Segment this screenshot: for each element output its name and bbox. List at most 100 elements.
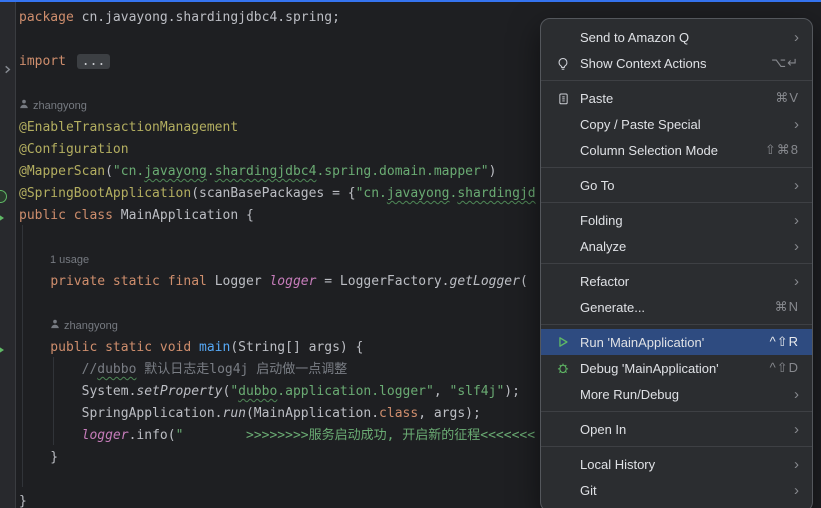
menu-item-more-run-debug[interactable]: More Run/Debug › bbox=[541, 381, 812, 407]
menu-item-label: Run 'MainApplication' bbox=[580, 335, 762, 350]
folded-imports-badge[interactable]: ... bbox=[77, 54, 110, 69]
menu-item-label: Paste bbox=[580, 91, 767, 106]
code-token: public static void bbox=[19, 340, 199, 355]
code-token: logger bbox=[82, 428, 129, 443]
chevron-right-icon: › bbox=[794, 387, 799, 402]
menu-separator bbox=[541, 324, 812, 325]
code-token: (scanBasePackages = { bbox=[191, 186, 355, 201]
ide-window: package cn.javayong.shardingjdbc4.spring… bbox=[0, 0, 821, 508]
menu-shortcut: ⌘N bbox=[775, 299, 799, 315]
code-token: (String[] args) { bbox=[230, 340, 363, 355]
code-token: javayong bbox=[144, 164, 207, 179]
menu-item-label: Show Context Actions bbox=[580, 56, 763, 71]
fold-collapsed-icon[interactable] bbox=[3, 59, 12, 78]
code-token: dubbo bbox=[238, 384, 277, 399]
code-token: .spring.domain.mapper" bbox=[316, 164, 488, 179]
code-token: package bbox=[19, 10, 82, 25]
menu-item-folding[interactable]: Folding› bbox=[541, 207, 812, 233]
clipboard-icon bbox=[554, 91, 572, 106]
menu-item-column-selection-mode[interactable]: Column Selection Mode ⇧⌘8 bbox=[541, 137, 812, 163]
menu-item-label: Git bbox=[580, 483, 786, 498]
menu-item-label: Go To bbox=[580, 178, 786, 193]
menu-separator bbox=[541, 446, 812, 447]
code-token: logger bbox=[269, 274, 316, 289]
code-token: . bbox=[207, 164, 215, 179]
code-token bbox=[19, 274, 50, 289]
chevron-right-icon: › bbox=[794, 422, 799, 437]
menu-item-go-to[interactable]: Go To › bbox=[541, 172, 812, 198]
author-icon bbox=[50, 315, 60, 337]
menu-item-label: Column Selection Mode bbox=[580, 143, 757, 158]
menu-item-open-in[interactable]: Open In › bbox=[541, 416, 812, 442]
run-icon[interactable] bbox=[0, 214, 4, 222]
menu-item-show-context-actions[interactable]: Show Context Actions ⌥↵ bbox=[541, 50, 812, 76]
menu-shortcut: ⇧⌘8 bbox=[765, 142, 799, 158]
code-token: MainApplication { bbox=[121, 208, 254, 223]
code-token: main bbox=[199, 340, 230, 355]
menu-shortcut: ^⇧R bbox=[770, 334, 799, 350]
code-token: = LoggerFactory. bbox=[316, 274, 449, 289]
menu-shortcut: ^⇧D bbox=[770, 360, 799, 376]
code-token: shardingjdbc4 bbox=[215, 164, 317, 179]
menu-item-label: Folding bbox=[580, 213, 786, 228]
chevron-right-icon: › bbox=[794, 483, 799, 498]
menu-item-label: Send to Amazon Q bbox=[580, 30, 786, 45]
code-token: ); bbox=[504, 384, 520, 399]
code-token: , args); bbox=[418, 406, 481, 421]
menu-item-label: Local History bbox=[580, 457, 786, 472]
menu-shortcut: ⌘V bbox=[775, 90, 799, 106]
menu-item-git[interactable]: Git › bbox=[541, 477, 812, 503]
chevron-right-icon: › bbox=[794, 178, 799, 193]
editor-gutter bbox=[0, 2, 16, 508]
code-token: .info( bbox=[129, 428, 176, 443]
menu-separator bbox=[541, 263, 812, 264]
code-token: javayong bbox=[387, 186, 450, 201]
code-token: private static final bbox=[50, 274, 214, 289]
menu-separator bbox=[541, 80, 812, 81]
code-token: shardingjd bbox=[457, 186, 535, 201]
lightbulb-icon bbox=[554, 56, 572, 71]
menu-item-run-mainapplication[interactable]: Run 'MainApplication' ^⇧R bbox=[541, 329, 812, 355]
menu-item-debug-mainapplication[interactable]: Debug 'MainApplication'^⇧D bbox=[541, 355, 812, 381]
menu-item-generate[interactable]: Generate...⌘N bbox=[541, 294, 812, 320]
menu-shortcut: ⌥↵ bbox=[771, 55, 799, 71]
code-token: // bbox=[19, 362, 97, 377]
menu-item-analyze[interactable]: Analyze› bbox=[541, 233, 812, 259]
code-token: , bbox=[434, 384, 450, 399]
chevron-right-icon: › bbox=[794, 239, 799, 254]
code-token: ( bbox=[520, 274, 528, 289]
code-token: System. bbox=[19, 384, 136, 399]
code-token: 默认日志走log4j 启动做一点调整 bbox=[136, 362, 347, 377]
chevron-right-icon: › bbox=[794, 30, 799, 45]
menu-separator bbox=[541, 167, 812, 168]
code-token: ( bbox=[105, 164, 113, 179]
menu-item-local-history[interactable]: Local History › bbox=[541, 451, 812, 477]
code-token: Logger bbox=[215, 274, 270, 289]
code-token: } bbox=[19, 450, 58, 465]
code-token: import bbox=[19, 54, 74, 69]
run-icon[interactable] bbox=[0, 346, 4, 354]
code-token: @Configuration bbox=[19, 142, 129, 157]
menu-item-label: Copy / Paste Special bbox=[580, 117, 786, 132]
code-token: ) bbox=[489, 164, 497, 179]
menu-item-label: More Run/Debug bbox=[580, 387, 786, 402]
run-icon bbox=[554, 335, 572, 349]
code-token: " >>>>>>>>服务启动成功, 开启新的征程<<<<<<< bbox=[176, 428, 536, 443]
menu-item-send-to-amazon-q[interactable]: Send to Amazon Q › bbox=[541, 24, 812, 50]
author-icon bbox=[19, 95, 29, 117]
menu-separator bbox=[541, 202, 812, 203]
code-token: @EnableTransactionManagement bbox=[19, 120, 238, 135]
menu-item-copy-paste-special[interactable]: Copy / Paste Special› bbox=[541, 111, 812, 137]
run-class-icon[interactable] bbox=[0, 190, 7, 203]
code-token: (MainApplication. bbox=[246, 406, 379, 421]
code-token: } bbox=[19, 494, 27, 508]
code-token: getLogger bbox=[450, 274, 520, 289]
code-token: "slf4j" bbox=[450, 384, 505, 399]
menu-item-paste[interactable]: Paste ⌘V bbox=[541, 85, 812, 111]
code-token: run bbox=[223, 406, 246, 421]
menu-item-refactor[interactable]: Refactor› bbox=[541, 268, 812, 294]
chevron-right-icon: › bbox=[794, 274, 799, 289]
chevron-right-icon: › bbox=[794, 457, 799, 472]
menu-item-label: Open In bbox=[580, 422, 786, 437]
code-vision-label: zhangyong bbox=[64, 315, 118, 337]
